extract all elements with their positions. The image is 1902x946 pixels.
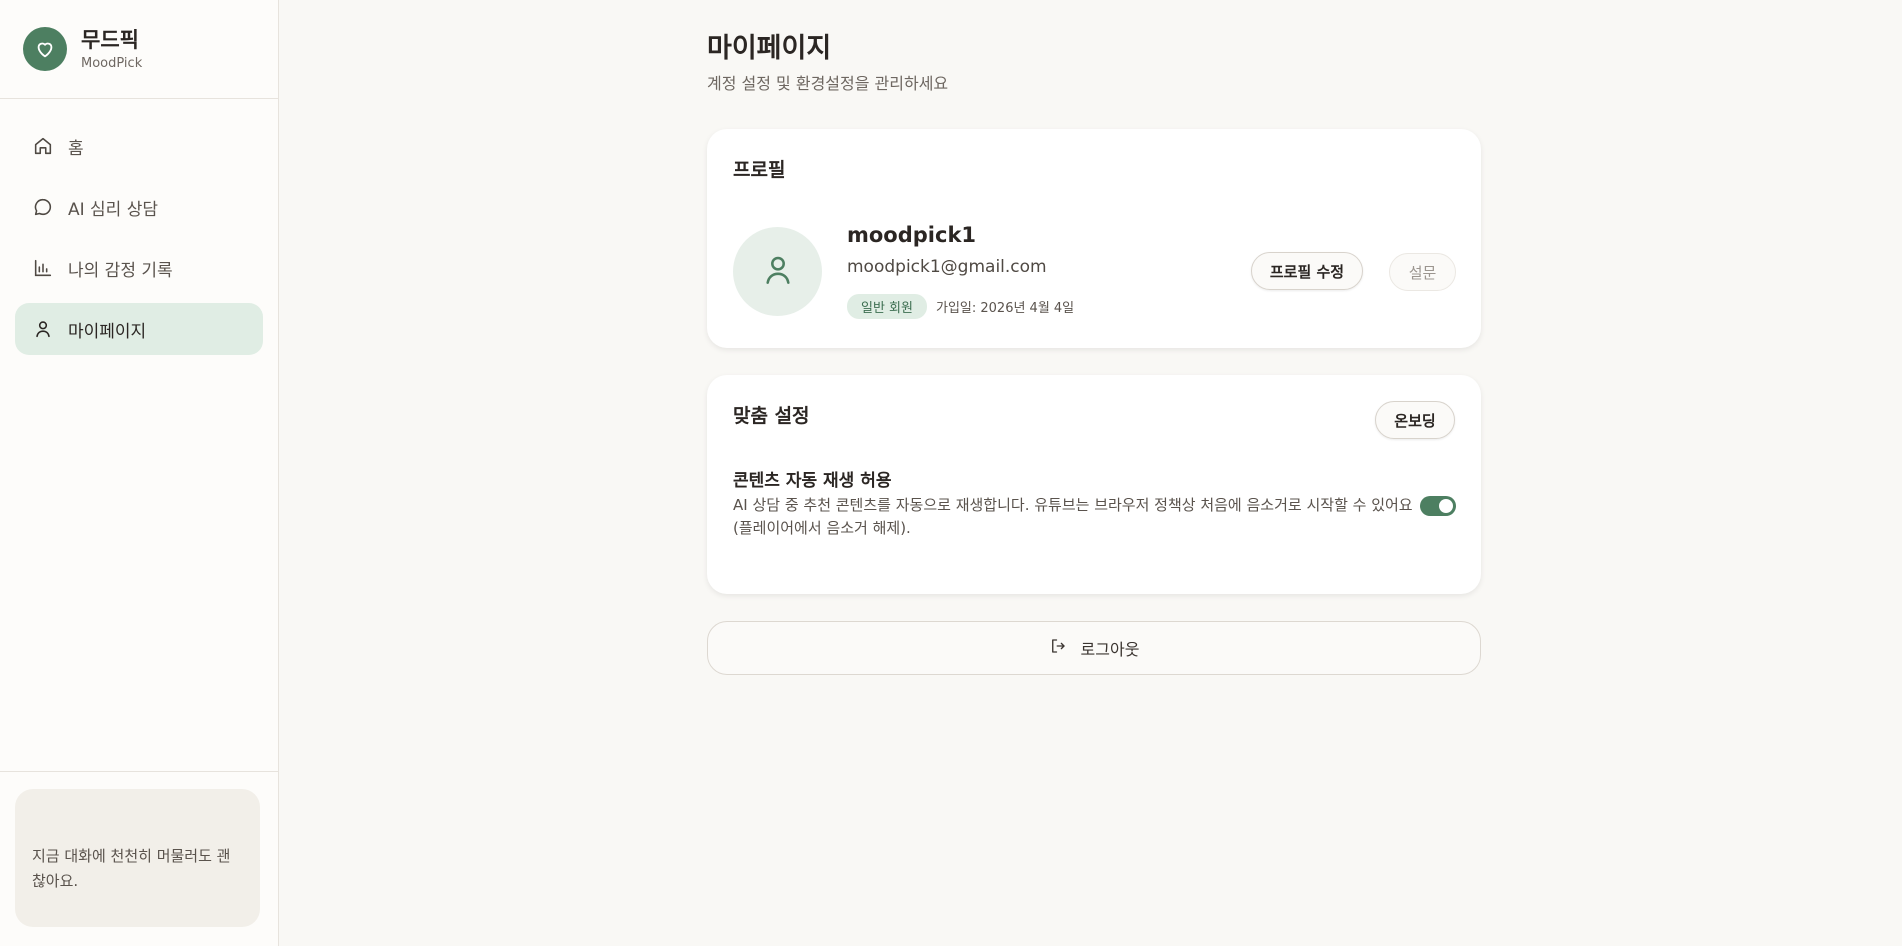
edit-profile-button[interactable]: 프로필 수정 [1251, 252, 1363, 290]
page-subtitle: 계정 설정 및 환경설정을 관리하세요 [707, 74, 949, 93]
encouragement-text: 지금 대화에 천천히 머물러도 괜찮아요. [32, 847, 231, 890]
logout-label: 로그아웃 [1080, 640, 1140, 659]
sidebar-item-home[interactable]: 홈 [15, 120, 263, 172]
heart-icon [23, 27, 67, 71]
onboarding-button[interactable]: 온보딩 [1375, 401, 1455, 439]
sidebar: 무드픽 MoodPick 홈 AI 심리 상담 나의 감정 기록 마이페이지 지… [0, 0, 279, 946]
membership-badge: 일반 회원 [847, 294, 927, 319]
sidebar-item-mypage[interactable]: 마이페이지 [15, 303, 263, 355]
sidebar-item-ai-counseling[interactable]: AI 심리 상담 [15, 181, 263, 233]
sidebar-footer: 지금 대화에 천천히 머물러도 괜찮아요. [0, 771, 278, 946]
preferences-section-title: 맞춤 설정 [733, 405, 810, 427]
avatar [733, 227, 822, 316]
logout-icon [1049, 637, 1067, 659]
user-icon [32, 318, 54, 340]
sidebar-item-label: 홈 [68, 138, 84, 159]
user-icon [759, 251, 797, 293]
encouragement-note: 지금 대화에 천천히 머물러도 괜찮아요. [15, 789, 260, 927]
autoplay-setting-title: 콘텐츠 자동 재생 허용 [733, 471, 892, 491]
chat-bubble-icon [32, 196, 54, 218]
survey-button[interactable]: 설문 [1389, 253, 1456, 291]
sidebar-item-label: AI 심리 상담 [68, 199, 159, 220]
brand-name: 무드픽 [81, 27, 139, 52]
sidebar-nav: 홈 AI 심리 상담 나의 감정 기록 마이페이지 [0, 99, 278, 355]
home-icon [32, 135, 54, 157]
profile-username: moodpick1 [847, 223, 977, 247]
profile-email: moodpick1@gmail.com [847, 257, 1047, 277]
brand[interactable]: 무드픽 MoodPick [0, 0, 278, 99]
main-content: 마이페이지 계정 설정 및 환경설정을 관리하세요 프로필 moodpick1 … [707, 0, 1481, 675]
profile-meta: 일반 회원 가입일: 2026년 4월 4일 [847, 294, 1074, 319]
sidebar-item-label: 나의 감정 기록 [68, 260, 173, 281]
profile-section-title: 프로필 [733, 159, 786, 181]
sidebar-item-emotion-log[interactable]: 나의 감정 기록 [15, 242, 263, 294]
autoplay-toggle[interactable] [1420, 496, 1456, 516]
autoplay-setting-description: AI 상담 중 추천 콘텐츠를 자동으로 재생합니다. 유튜브는 브라우저 정책… [733, 496, 1413, 537]
profile-card: 프로필 moodpick1 moodpick1@gmail.com 일반 회원 … [707, 129, 1481, 348]
preferences-card: 맞춤 설정 온보딩 콘텐츠 자동 재생 허용 AI 상담 중 추천 콘텐츠를 자… [707, 375, 1481, 594]
join-date: 가입일: 2026년 4월 4일 [935, 301, 1075, 316]
brand-subtitle: MoodPick [81, 55, 143, 71]
bar-chart-icon [32, 257, 54, 279]
sidebar-item-label: 마이페이지 [68, 321, 147, 342]
toggle-knob [1439, 499, 1453, 513]
page-title: 마이페이지 [707, 33, 832, 64]
logout-button[interactable]: 로그아웃 [707, 621, 1481, 675]
